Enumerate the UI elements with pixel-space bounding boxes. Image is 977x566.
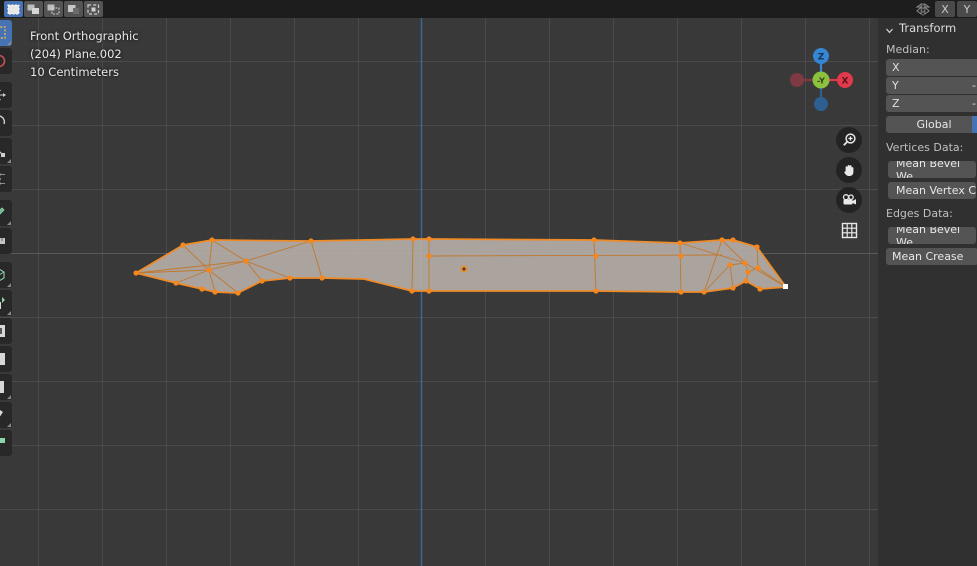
tweak-tool-button[interactable] <box>0 20 12 46</box>
tool-submenu-corner <box>7 221 11 225</box>
viewport-toolbar <box>0 20 12 456</box>
local-button-partial[interactable] <box>972 116 977 133</box>
mirror-y-button[interactable]: Y <box>957 1 977 17</box>
object-origin-point <box>460 265 468 273</box>
median-y-value: - <box>972 79 976 92</box>
transform-panel-header[interactable]: Transform <box>878 18 977 38</box>
poly-build-tool-button[interactable] <box>0 430 12 456</box>
vertices-data-label: Vertices Data: <box>886 141 964 154</box>
median-z-label: Z <box>892 97 900 110</box>
tool-submenu-corner <box>7 41 11 45</box>
viewport-header-bar: X Y <box>0 0 977 18</box>
transform-panel-title: Transform <box>899 21 957 35</box>
add-cube-tool-button[interactable] <box>0 262 12 288</box>
mean-bevel-weight-vertex-field[interactable]: Mean Bevel We <box>888 161 976 178</box>
mean-bevel-weight-vertex-label: Mean Bevel We <box>896 161 961 178</box>
tool-submenu-corner <box>7 395 11 399</box>
intersect-select-mode-button[interactable] <box>84 1 103 17</box>
camera-icon <box>842 194 856 205</box>
mesh-object <box>133 236 788 296</box>
knife-tool-button[interactable] <box>0 402 12 428</box>
hand-icon <box>844 165 854 176</box>
annotate-tool-button[interactable] <box>0 200 12 226</box>
gizmo-z-negative <box>814 97 828 111</box>
blender-3d-viewport-window: X Y Front Orthographic (204) Plane.002 1… <box>0 0 977 566</box>
invert-select-mode-button[interactable] <box>64 1 83 17</box>
svg-text:X: X <box>842 77 849 87</box>
camera-view-button[interactable] <box>836 187 862 213</box>
global-button-label: Global <box>916 118 952 131</box>
mean-bevel-weight-edge-field[interactable]: Mean Bevel We <box>888 227 976 244</box>
viewport-grid-and-mesh <box>0 18 878 566</box>
chevron-down-icon <box>885 24 894 33</box>
median-y-label: Y <box>892 79 899 92</box>
mean-vertex-crease-label: Mean Vertex C <box>896 184 976 197</box>
bevel-tool-button[interactable] <box>0 346 12 372</box>
toggle-orthographic-button[interactable] <box>836 217 862 243</box>
svg-text:Z: Z <box>818 53 825 63</box>
select-mode-button-group <box>4 1 103 17</box>
tool-submenu-corner <box>7 423 11 427</box>
extend-select-mode-button[interactable] <box>24 1 43 17</box>
measure-tool-button[interactable] <box>0 228 12 254</box>
median-x-label: X <box>892 61 900 74</box>
toolbar-separator <box>0 194 12 198</box>
scale-tool-button[interactable] <box>0 138 12 164</box>
mean-crease-field[interactable]: Mean Crease <box>886 248 977 265</box>
mean-crease-label: Mean Crease <box>892 250 964 263</box>
zoom-button[interactable] <box>836 127 862 153</box>
cursor-3d-tool-button[interactable] <box>0 48 12 74</box>
header-right-controls: X Y <box>913 1 977 17</box>
transform-tool-button[interactable] <box>0 166 12 192</box>
active-vertex-marker <box>783 284 788 289</box>
median-z-value: - <box>972 97 976 110</box>
inset-faces-tool-button[interactable] <box>0 318 12 344</box>
extrude-region-tool-button[interactable] <box>0 290 12 316</box>
viewport-navigation-buttons <box>836 127 862 243</box>
median-label: Median: <box>886 43 930 56</box>
svg-text:-Y: -Y <box>817 76 825 85</box>
navigation-gizmo[interactable]: Z X -Y <box>781 40 861 120</box>
pan-button[interactable] <box>836 157 862 183</box>
tool-submenu-corner <box>7 283 11 287</box>
mean-bevel-weight-edge-label: Mean Bevel We <box>896 227 961 244</box>
magnifier-plus-icon <box>843 133 856 146</box>
mirror-icon[interactable] <box>913 1 933 17</box>
subtract-select-mode-button[interactable] <box>44 1 63 17</box>
set-select-mode-button[interactable] <box>4 1 23 17</box>
toolbar-separator <box>0 76 12 80</box>
mean-vertex-crease-field[interactable]: Mean Vertex C <box>888 182 976 199</box>
global-local-toggle-button[interactable]: Global <box>886 116 977 133</box>
grid-icon <box>841 222 857 238</box>
gizmo-x-negative <box>790 73 804 87</box>
rotate-tool-button[interactable] <box>0 110 12 136</box>
tool-submenu-corner <box>7 159 11 163</box>
mirror-x-button[interactable]: X <box>935 1 955 17</box>
edges-data-label: Edges Data: <box>886 207 953 220</box>
median-x-field[interactable]: X <box>886 59 977 76</box>
median-y-field[interactable]: Y - <box>886 77 977 94</box>
tool-submenu-corner <box>7 311 11 315</box>
3d-viewport[interactable]: Front Orthographic (204) Plane.002 10 Ce… <box>0 18 878 566</box>
move-tool-button[interactable] <box>0 82 12 108</box>
toolbar-separator <box>0 256 12 260</box>
n-panel-sidebar: Transform Median: X Y - Z - Global Verti… <box>878 18 977 566</box>
loop-cut-tool-button[interactable] <box>0 374 12 400</box>
median-z-field[interactable]: Z - <box>886 95 977 112</box>
